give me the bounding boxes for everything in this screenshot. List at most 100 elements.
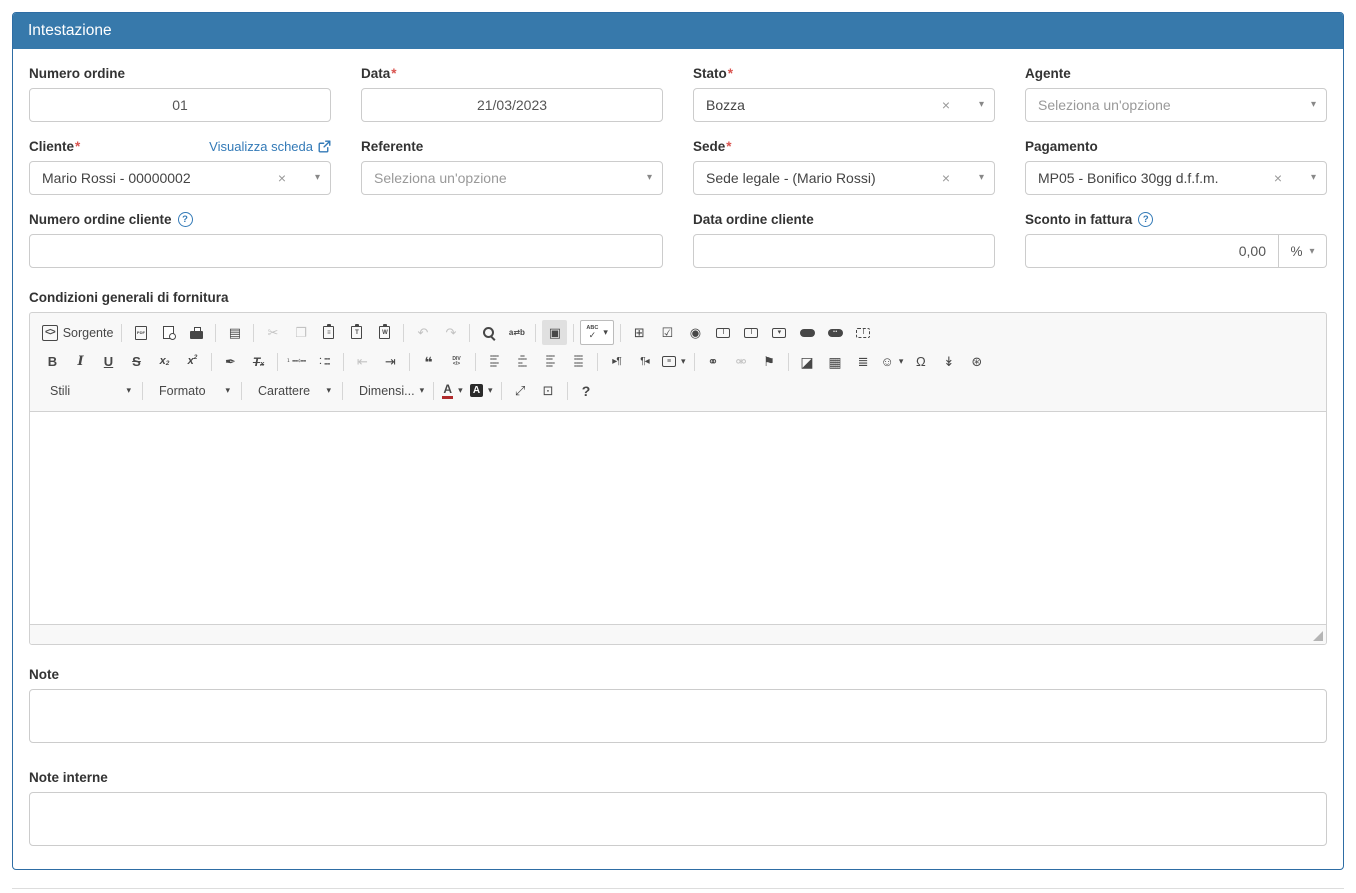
link-button[interactable]: ⚭ [701, 349, 726, 374]
div-container-button[interactable]: DIV [444, 349, 469, 374]
paste-word-button[interactable]: W [372, 320, 397, 345]
dropdown-caret-icon: ▾ [899, 356, 904, 367]
strikethrough-button[interactable]: S [124, 349, 149, 374]
blockquote-icon: ❝ [424, 355, 432, 369]
align-left-button[interactable] [482, 349, 507, 374]
editor-resize-handle[interactable] [1313, 631, 1323, 641]
undo-button: ↶ [410, 320, 435, 345]
remove-format-icon: T [253, 356, 264, 368]
cliente-select[interactable]: Mario Rossi - 00000002 × ▾ [29, 161, 331, 195]
page-break-button[interactable]: ↡ [936, 349, 961, 374]
align-right-icon [546, 355, 554, 368]
help-icon[interactable]: ? [178, 212, 193, 227]
visualizza-scheda-link[interactable]: Visualizza scheda [209, 139, 331, 154]
table-button[interactable]: ▦ [823, 349, 848, 374]
smiley-icon: ☺ [881, 355, 894, 368]
underline-button[interactable]: U [96, 349, 121, 374]
align-justify-button[interactable] [566, 349, 591, 374]
font-size-combo[interactable]: Dimensi...▾ [349, 378, 427, 403]
image-button[interactable]: ◪ [795, 349, 820, 374]
styles-combo[interactable]: Stili▾ [40, 378, 136, 403]
templates-button[interactable]: ▤ [222, 320, 247, 345]
special-char-button[interactable]: Ω [908, 349, 933, 374]
numbered-list-button[interactable] [284, 349, 309, 374]
paste-text-button[interactable]: T [344, 320, 369, 345]
source-button[interactable]: <>Sorgente [40, 320, 115, 345]
note-textarea[interactable] [29, 689, 1327, 743]
checkbox-button[interactable]: ☑ [655, 320, 680, 345]
editor-content-area[interactable] [30, 412, 1326, 624]
panel-title: Intestazione [13, 13, 1343, 49]
copy-formatting-button[interactable]: ✒ [218, 349, 243, 374]
redo-icon: ↷ [445, 326, 456, 339]
italic-button[interactable]: I [68, 349, 93, 374]
anchor-button[interactable]: ⚑ [757, 349, 782, 374]
stato-select[interactable]: Bozza × ▾ [693, 88, 995, 122]
special-char-icon: Ω [916, 355, 926, 368]
hidden-field-button[interactable]: I [851, 320, 876, 345]
clear-icon[interactable]: × [942, 171, 950, 185]
sede-select[interactable]: Sede legale - (Mario Rossi) × ▾ [693, 161, 995, 195]
help-icon[interactable]: ? [1138, 212, 1153, 227]
text-color-button[interactable]: A▾ [440, 378, 465, 403]
language-button[interactable]: ≡▾ [660, 349, 688, 374]
data-ordine-cliente-input[interactable] [693, 234, 995, 268]
align-center-button[interactable] [510, 349, 535, 374]
indent-button[interactable]: ⇥ [378, 349, 403, 374]
button-field-button[interactable] [795, 320, 820, 345]
subscript-button[interactable]: x [152, 349, 177, 374]
remove-format-button[interactable]: T [246, 349, 271, 374]
form-button[interactable]: ⊞ [627, 320, 652, 345]
find-button[interactable] [476, 320, 501, 345]
note-interne-textarea[interactable] [29, 792, 1327, 846]
superscript-button[interactable]: x [180, 349, 205, 374]
font-combo[interactable]: Carattere▾ [248, 378, 336, 403]
text-field-button[interactable]: I [711, 320, 736, 345]
sconto-in-fattura-input[interactable] [1025, 234, 1279, 268]
textarea-field-icon: I [744, 328, 758, 338]
textarea-field-button[interactable]: I [739, 320, 764, 345]
editor-bottom-bar [30, 624, 1326, 644]
paste-button[interactable]: ≡ [316, 320, 341, 345]
pagamento-select[interactable]: MP05 - Bonifico 30gg d.f.f.m. × ▾ [1025, 161, 1327, 195]
referente-select[interactable]: Seleziona un'opzione ▾ [361, 161, 663, 195]
iframe-button[interactable]: ⊛ [964, 349, 989, 374]
image-button-button[interactable]: •• [823, 320, 848, 345]
bg-color-button[interactable]: A▾ [468, 378, 495, 403]
select-field-button[interactable]: ▾ [767, 320, 792, 345]
clear-icon[interactable]: × [278, 171, 286, 185]
bold-icon: B [48, 355, 57, 368]
format-combo[interactable]: Formato▾ [149, 378, 235, 403]
replace-button[interactable]: a⇄b [504, 320, 529, 345]
toolbar-separator [142, 382, 143, 400]
data-ordine-cliente-label: Data ordine cliente [693, 212, 814, 227]
select-all-button[interactable]: ▣ [542, 320, 567, 345]
bold-button[interactable]: B [40, 349, 65, 374]
bidi-ltr-button[interactable]: ▸¶ [604, 349, 629, 374]
clear-icon[interactable]: × [1274, 171, 1282, 185]
numero-ordine-cliente-input[interactable] [29, 234, 663, 268]
spellcheck-button[interactable]: ▾ [580, 320, 613, 345]
print-button[interactable] [184, 320, 209, 345]
data-input[interactable] [361, 88, 663, 122]
bidi-rtl-button[interactable]: ¶◂ [632, 349, 657, 374]
about-button[interactable]: ? [574, 378, 599, 403]
numero-ordine-input[interactable] [29, 88, 331, 122]
show-blocks-button[interactable]: ⊡ [536, 378, 561, 403]
preview-button[interactable] [156, 320, 181, 345]
radio-button[interactable]: ◉ [683, 320, 708, 345]
align-right-button[interactable] [538, 349, 563, 374]
horizontal-rule-icon: ≣ [858, 355, 869, 368]
smiley-button[interactable]: ☺▾ [879, 349, 906, 374]
blockquote-button[interactable]: ❝ [416, 349, 441, 374]
bg-color-icon: A [470, 384, 483, 397]
sconto-unit-select[interactable]: % ▾ [1279, 234, 1327, 268]
horizontal-rule-button[interactable]: ≣ [851, 349, 876, 374]
bulleted-list-button[interactable] [312, 349, 337, 374]
export-pdf-button[interactable]: PDF [128, 320, 153, 345]
toolbar-separator [215, 324, 216, 342]
maximize-button[interactable]: ⤢ [508, 378, 533, 403]
text-color-icon: A [442, 383, 453, 399]
agente-select[interactable]: Seleziona un'opzione ▾ [1025, 88, 1327, 122]
clear-icon[interactable]: × [942, 98, 950, 112]
